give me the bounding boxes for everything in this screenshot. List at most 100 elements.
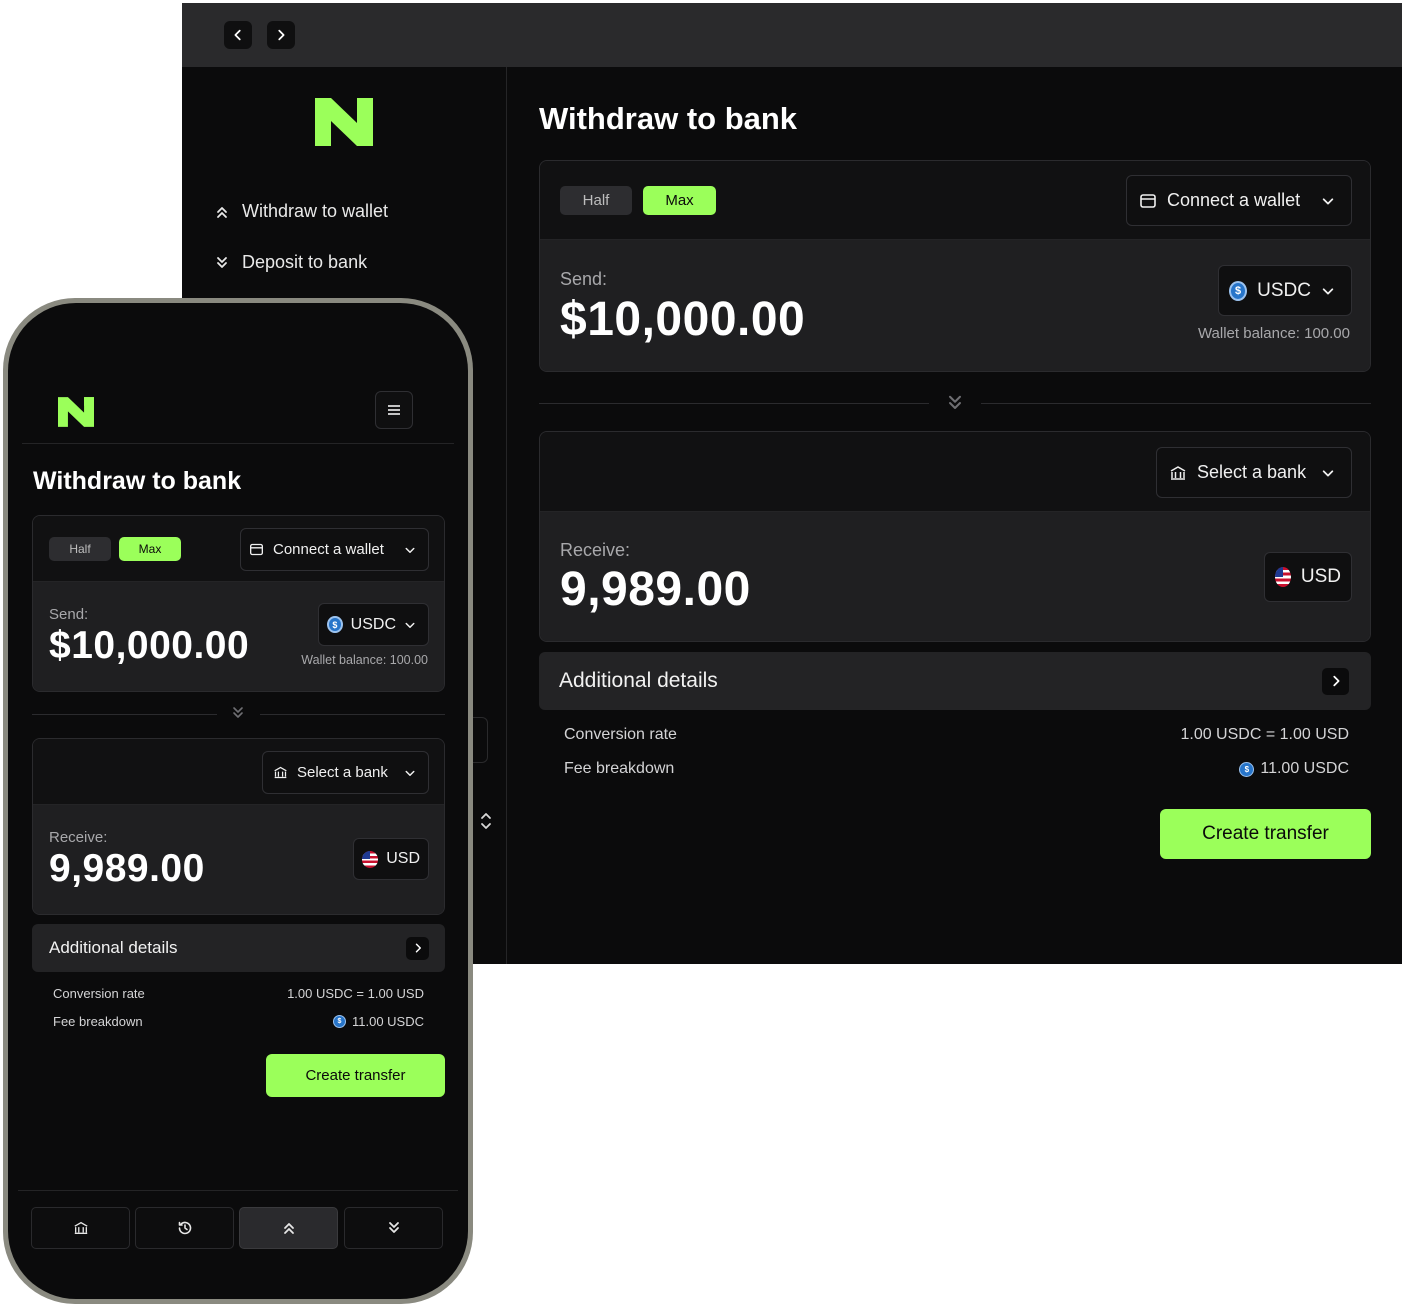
tab-history[interactable] [135,1207,234,1249]
fee-breakdown-label: Fee breakdown [564,760,675,777]
create-transfer-button[interactable]: Create transfer [1160,809,1371,859]
tab-withdraw[interactable] [239,1207,338,1249]
divider-right [260,714,445,715]
receive-card: Select a bank Receive: 9,989.00 USD [32,738,445,915]
us-flag-icon [1275,567,1291,587]
select-bank-label: Select a bank [297,764,388,781]
connect-wallet-label: Connect a wallet [273,541,384,558]
browser-toolbar [182,3,1402,67]
phone-screen: Withdraw to bank Half Max Connect a wall… [8,303,468,1299]
header-divider [22,443,454,444]
send-card: Half Max Connect a wallet Send: $10,000.… [539,160,1371,372]
select-bank-dropdown[interactable]: Select a bank [1156,447,1352,498]
brand-logo-icon [58,397,94,427]
page-title: Withdraw to bank [539,101,798,136]
bank-icon [274,766,287,779]
receive-currency: USD [1264,552,1352,602]
chevrons-down-icon [230,705,246,721]
receive-card: Select a bank Receive: 9,989.00 USD [539,431,1371,642]
page-title: Withdraw to bank [33,467,242,495]
wallet-icon [250,543,263,556]
connect-wallet-dropdown[interactable]: Connect a wallet [240,528,429,571]
send-currency-dropdown[interactable]: $ USDC [318,603,429,646]
fee-breakdown-value: $ 11.00 USDC [332,1014,424,1029]
conversion-rate-label: Conversion rate [564,726,677,743]
connect-wallet-label: Connect a wallet [1167,190,1301,210]
hamburger-icon [388,405,400,415]
usdc-coin-icon: $ [327,616,343,633]
conversion-rate-text: 1.00 USDC = 1.00 USD [287,986,424,1001]
receive-card-body: Receive: 9,989.00 USD [33,805,444,914]
conversion-rate-value: 1.00 USDC = 1.00 USD [287,986,424,1001]
receive-amount: 9,989.00 [560,563,751,616]
conversion-rate-text: 1.00 USDC = 1.00 USD [1180,726,1349,743]
receive-label: Receive: [49,829,108,846]
fee-breakdown-text: 11.00 USDC [1260,760,1349,777]
chevron-down-icon [404,619,416,631]
receive-currency-label: USD [1300,566,1341,587]
wallet-icon [1140,193,1156,208]
chevrons-up-icon [217,206,227,218]
additional-details-toggle[interactable]: Additional details [32,924,445,972]
bank-icon [1170,465,1186,480]
send-amount: $10,000.00 [49,624,250,667]
receive-currency: USD [353,838,429,880]
sidebar-item-withdraw-to-wallet[interactable]: Withdraw to wallet [214,201,388,222]
half-button[interactable]: Half [49,537,111,561]
half-button[interactable]: Half [560,186,632,215]
sidebar-item-label: Deposit to bank [242,252,368,272]
history-icon [178,1221,191,1235]
sidebar-item-deposit-to-bank[interactable]: Deposit to bank [214,252,367,273]
additional-details-title: Additional details [49,938,178,957]
usdc-coin-icon: $ [332,1015,346,1028]
usdc-coin-icon: $ [1229,280,1248,301]
receive-card-header: Select a bank [540,432,1370,512]
max-button[interactable]: Max [119,537,181,561]
brand-logo-icon [315,98,373,146]
receive-card-body: Receive: 9,989.00 USD [540,512,1370,641]
divider-right [981,403,1371,404]
chevron-down-icon [404,544,416,556]
tab-bank[interactable] [31,1207,130,1249]
additional-details-toggle[interactable]: Additional details [539,652,1371,710]
select-bank-dropdown[interactable]: Select a bank [262,751,429,794]
max-button[interactable]: Max [643,186,716,215]
additional-details-title: Additional details [559,669,718,692]
conversion-rate-label: Conversion rate [53,986,145,1001]
divider-left [539,403,929,404]
chevron-right-icon [278,29,285,41]
wallet-balance: Wallet balance: 100.00 [301,653,428,667]
send-card-header: Half Max Connect a wallet [540,161,1370,240]
phone-frame: Withdraw to bank Half Max Connect a wall… [3,298,473,1304]
forward-button[interactable] [267,21,295,49]
select-bank-label: Select a bank [1197,462,1307,482]
create-transfer-button[interactable]: Create transfer [266,1054,445,1097]
conversion-rate-value: 1.00 USDC = 1.00 USD [1180,726,1349,744]
send-label: Send: [560,269,608,289]
chevrons-down-icon [388,1222,399,1233]
us-flag-icon [362,850,379,868]
chevrons-up-icon [283,1223,294,1234]
send-currency-label: USDC [1257,279,1311,301]
chevron-down-icon [404,767,416,779]
fee-breakdown-label: Fee breakdown [53,1014,143,1029]
connect-wallet-dropdown[interactable]: Connect a wallet [1126,175,1352,226]
receive-amount: 9,989.00 [49,847,205,890]
chevron-down-icon [1321,466,1335,480]
chevrons-up-down-icon [481,813,491,829]
send-card-header: Half Max Connect a wallet [33,516,444,582]
send-card: Half Max Connect a wallet Send: $10,000.… [32,515,445,692]
receive-card-header: Select a bank [33,739,444,805]
menu-button[interactable] [375,391,413,429]
send-currency-dropdown[interactable]: $ USDC [1218,265,1352,316]
receive-label: Receive: [560,540,631,560]
chevrons-down-icon [945,393,965,413]
fee-breakdown-text: 11.00 USDC [351,1014,424,1029]
sort-toggle[interactable] [478,811,494,836]
divider-left [32,714,217,715]
tab-deposit[interactable] [344,1207,443,1249]
usdc-coin-icon: $ [1239,761,1255,777]
back-button[interactable] [224,21,252,49]
chevron-right-icon [1322,667,1349,695]
fee-breakdown-value: $ 11.00 USDC [1239,760,1349,778]
